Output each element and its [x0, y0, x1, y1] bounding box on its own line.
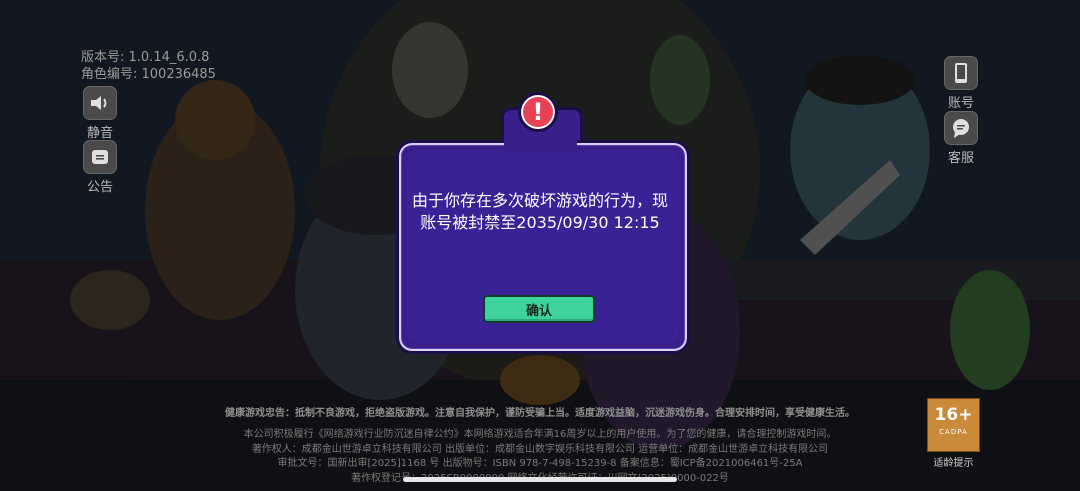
speaker-icon [83, 86, 117, 120]
customer-service-label: 客服 [947, 151, 974, 166]
version-label: 版本号: 1.0.14_6.0.8 [81, 50, 210, 65]
account-button[interactable]: 账号 [941, 56, 981, 111]
age-tip-label: 适龄提示 [933, 458, 974, 469]
legal-line: 本公司积极履行《网络游戏行业防沉迷自律公约》本网络游戏适合年满16周岁以上的用户… [243, 429, 837, 440]
exclamation-icon: ! [518, 92, 558, 132]
mute-button[interactable]: 静音 [80, 86, 120, 141]
ban-message: 由于你存在多次破坏游戏的行为，现 账号被封禁至2035/09/30 12:15 [404, 190, 676, 234]
ban-message-line2: 账号被封禁至2035/09/30 12:15 [420, 213, 660, 232]
age-rating-badge[interactable]: 16+ CADPA [927, 398, 980, 452]
notice-button[interactable]: 公告 [80, 140, 120, 195]
ban-message-line1: 由于你存在多次破坏游戏的行为，现 [411, 191, 668, 210]
notice-label: 公告 [86, 180, 113, 195]
modal-tab-joint [504, 140, 577, 152]
health-advice: 健康游戏忠告：抵制不良游戏，拒绝盗版游戏。注意自我保护，谨防受骗上当。适度游戏益… [225, 408, 855, 419]
home-indicator[interactable] [403, 477, 677, 482]
legal-line: 著作权人：成都金山世游卓立科技有限公司 出版单位：成都金山数字娱乐科技有限公司 … [251, 443, 829, 455]
role-id-label: 角色编号: 100236485 [81, 67, 216, 82]
legal-line: 审批文号：国新出审[2025]1168 号 出版物号：ISBN 978-7-49… [277, 458, 803, 469]
mute-label: 静音 [86, 126, 113, 141]
notice-icon [83, 140, 117, 174]
age-rating-number: 16+ [934, 405, 973, 425]
customer-service-button[interactable]: 客服 [941, 111, 981, 166]
confirm-button[interactable]: 确认 [483, 295, 595, 323]
account-label: 账号 [947, 96, 974, 111]
chat-bubble-icon [944, 111, 978, 145]
phone-icon [944, 56, 978, 90]
age-rating-org: CADPA [939, 428, 968, 436]
